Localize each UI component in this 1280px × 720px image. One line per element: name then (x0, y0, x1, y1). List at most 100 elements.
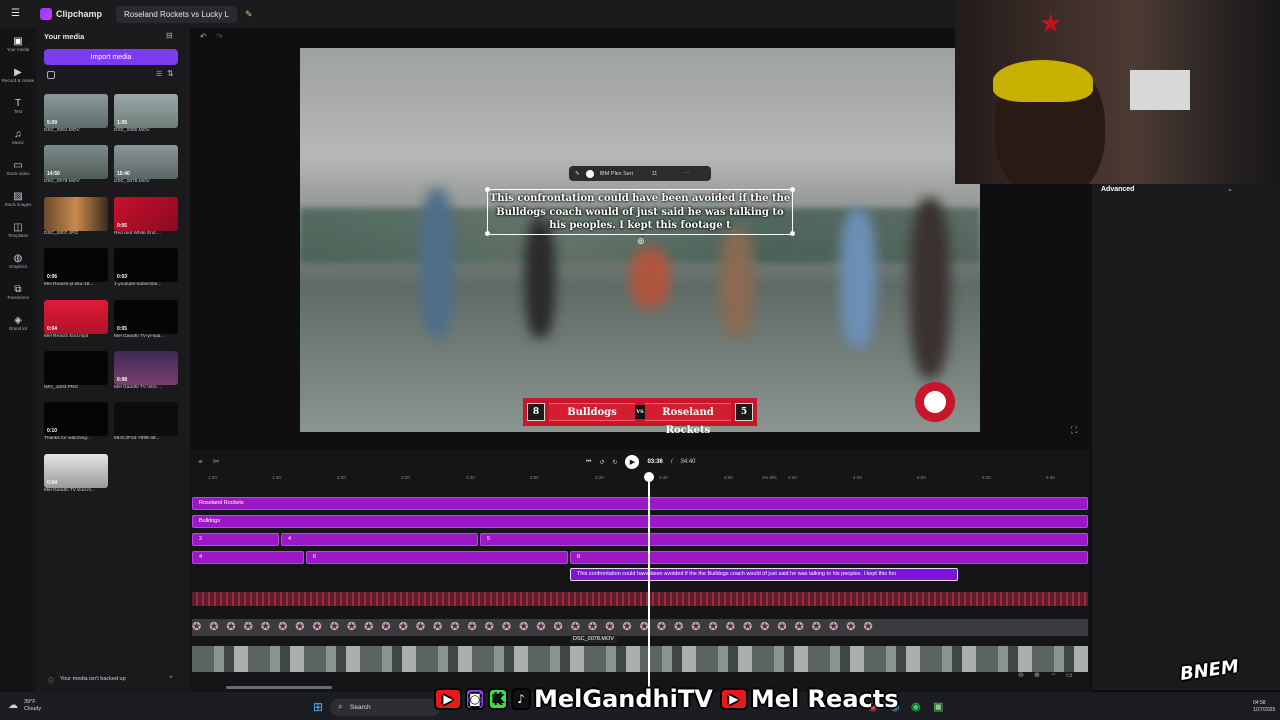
media-item[interactable]: 14:50 DSC_0079.MOV (44, 145, 108, 184)
media-thumbnail[interactable]: 0:04 (44, 453, 108, 488)
media-thumbnail[interactable]: 0:08 (114, 351, 178, 385)
menu-icon[interactable]: ☰ (11, 8, 20, 19)
media-item[interactable]: 1:05 DSC_0080.MOV (114, 94, 178, 133)
skip-back-icon[interactable]: ⏮ (586, 459, 591, 466)
media-thumbnail[interactable]: 14:50 (44, 145, 108, 180)
magnet-icon[interactable]: ⌖ (198, 457, 203, 467)
spotify-icon[interactable]: ◉ (911, 700, 921, 713)
video-track[interactable] (192, 646, 1088, 672)
caption-clip-selected[interactable]: This confrontation could have been avoid… (570, 568, 958, 581)
media-item[interactable]: 594C2F24-7998-48... (114, 402, 178, 441)
split-icon[interactable]: ✂ (213, 457, 220, 466)
sort-icon[interactable]: ⇅ (167, 69, 174, 78)
resize-handle[interactable] (790, 231, 795, 236)
media-thumbnail[interactable] (114, 402, 178, 437)
font-size-select[interactable]: 11 (652, 171, 678, 177)
ruler-tick-label: 1:40 (272, 475, 281, 480)
media-thumbnail[interactable] (44, 351, 108, 385)
fullscreen-icon[interactable]: ⛶ (1071, 425, 1077, 436)
select-all-checkbox[interactable] (47, 71, 55, 79)
media-item[interactable]: 0:04 Mel Reacts End.mp4 (44, 299, 108, 339)
panel-collapse-icon[interactable]: ⊟ (166, 31, 173, 40)
media-item[interactable]: 0:06 Mel Reacts-yt-sku-18... (44, 248, 108, 287)
logo-overlay-track[interactable]: ✪✪✪✪✪✪✪✪✪✪✪✪✪✪✪✪✪✪✪✪✪✪✪✪✪✪✪✪✪✪✪✪✪✪✪✪✪✪✪✪ (192, 619, 1088, 636)
rail-record[interactable]: ▶ Record & create (0, 59, 36, 90)
text-clip[interactable]: 5 (480, 533, 1088, 546)
media-thumbnail[interactable]: 0:06 (44, 248, 108, 283)
filter-icon[interactable]: ☰ (156, 70, 162, 78)
media-item[interactable]: 0:08 Mel Gandhi TV Intro ... (114, 351, 178, 390)
text-clip[interactable]: 2 (192, 533, 279, 546)
media-item[interactable]: DSC_0007.JPG (44, 196, 108, 236)
text-clip[interactable]: 6 (306, 551, 568, 564)
rotate-handle-icon[interactable]: ⊚ (637, 236, 645, 247)
rewind-icon[interactable]: ↺ (599, 459, 604, 466)
rail-brand-kit[interactable]: ◈ Brand kit (0, 307, 36, 338)
color-swatch[interactable] (585, 169, 594, 178)
timeline-scrollbar[interactable] (226, 686, 332, 689)
advanced-section[interactable]: Advanced (1101, 186, 1134, 193)
backup-expand-icon[interactable]: ⌃ (168, 675, 174, 683)
rail-templates[interactable]: ◫ Templates (0, 214, 36, 245)
media-item[interactable]: 15:40 DSC_0078.MOV (114, 145, 178, 184)
forward-icon[interactable]: ↻ (612, 459, 617, 466)
media-item[interactable]: IMG_1003.PNG (44, 351, 108, 390)
rail-text[interactable]: T Text (0, 90, 36, 121)
media-name: Mel Gandhi TV Intro ... (114, 385, 163, 390)
taskbar-search[interactable]: Search (330, 699, 440, 716)
project-title-field[interactable]: Roseland Rockets vs Lucky L (116, 5, 237, 23)
fit-icon[interactable]: ⇔ (1050, 671, 1057, 678)
playhead[interactable] (648, 473, 650, 692)
caption-text-box[interactable]: This confrontation could have been avoid… (487, 189, 793, 235)
text-track-bulldogs[interactable]: Bulldogs (192, 515, 1088, 528)
media-thumbnail[interactable]: 0:03 (114, 248, 178, 283)
chevron-down-icon[interactable]: ⌄ (1227, 185, 1233, 193)
import-media-button[interactable]: Import media (44, 49, 178, 65)
zoom-in-icon[interactable]: ⊕ (1034, 671, 1040, 679)
undo-icon[interactable]: ↶ (200, 32, 207, 41)
media-item[interactable]: 5:09 DSC_0081.MOV (44, 94, 108, 133)
media-thumbnail[interactable]: 15:40 (114, 145, 178, 180)
rail-transitions[interactable]: ⧉ Transitions (0, 276, 36, 307)
font-family-select[interactable]: IBM Plex Seri (600, 171, 646, 177)
media-thumbnail[interactable]: 5:09 (44, 94, 108, 128)
media-thumbnail[interactable]: 0:10 (44, 402, 108, 437)
audio-track[interactable] (192, 592, 1088, 606)
media-thumbnail[interactable]: 1:05 (114, 94, 178, 128)
media-name: DSC_0079.MOV (44, 179, 80, 185)
rail-graphics[interactable]: ◍ Graphics (0, 245, 36, 276)
media-thumbnail[interactable]: 0:05 (114, 299, 178, 334)
media-thumbnail[interactable]: 0:05 (114, 196, 178, 231)
rail-music[interactable]: ♫ Music (0, 121, 36, 152)
media-item[interactable]: 0:10 Thanks for watching... (44, 402, 108, 441)
rail-stock-images[interactable]: ▨ Stock images (0, 183, 36, 214)
clock[interactable]: 04:58 1/27/2025 (1253, 700, 1275, 714)
text-clip[interactable]: 4 (192, 551, 304, 564)
resize-handle[interactable] (485, 187, 490, 192)
resize-handle[interactable] (790, 187, 795, 192)
caption-text[interactable]: This confrontation could have been avoid… (490, 193, 790, 231)
media-thumbnail[interactable]: 0:04 (44, 299, 108, 334)
media-item[interactable]: 0:04 Mel Gandhi TV End.m... (44, 453, 108, 493)
media-thumbnail[interactable] (44, 196, 108, 231)
caption-view-icon[interactable]: ▭ (1066, 671, 1073, 679)
windows-start-icon[interactable]: ⊞ (313, 700, 323, 714)
resize-handle[interactable] (485, 231, 490, 236)
text-track-roseland[interactable]: Roseland Rockets (192, 497, 1088, 510)
weather-widget[interactable]: 39°F Cloudy (24, 699, 41, 713)
zoom-out-icon[interactable]: ⊖ (1018, 671, 1024, 679)
rail-your-media[interactable]: ▣ Your media (0, 28, 36, 59)
playhead-handle[interactable] (644, 472, 654, 482)
magic-icon[interactable]: ✎ (245, 9, 253, 20)
text-clip[interactable]: 4 (281, 533, 478, 546)
terminal-icon[interactable]: ▣ (933, 700, 943, 713)
pencil-icon[interactable]: ✎ (575, 171, 580, 177)
redo-icon[interactable]: ↷ (216, 32, 223, 41)
play-button[interactable]: ▶ (625, 455, 640, 469)
timeline-ruler[interactable]: 1:20 1:40 2:00 2:20 2:40 3:00 3:20 3:40 4:00 2m 0… (192, 473, 1088, 485)
media-item[interactable]: 0:05 Red and White End ... (114, 196, 178, 236)
rail-stock-video[interactable]: ▭ Stock video (0, 152, 36, 183)
media-item[interactable]: 0:05 Mel Gandhi TV-yt-sub... (114, 299, 178, 339)
media-item[interactable]: 0:03 1-youtube-subscribe... (114, 248, 178, 287)
more-icon[interactable]: ⋯ (684, 171, 690, 177)
